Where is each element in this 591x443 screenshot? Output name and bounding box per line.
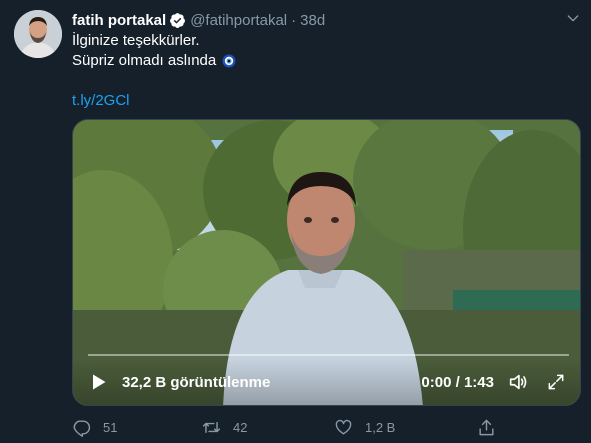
author-handle[interactable]: @fatihportakal [190, 12, 287, 29]
duration: 1:43 [463, 373, 494, 391]
tweet-link[interactable]: t.ly/2GCl [72, 91, 130, 111]
like-count: 1,2 B [365, 419, 396, 435]
tweet-actions: 51 42 1,2 B [72, 416, 532, 438]
tweet-timestamp[interactable]: 38d [300, 12, 325, 29]
tweet-header: fatih portakal @fatihportakal · 38d [72, 10, 325, 30]
reply-count: 51 [103, 419, 118, 435]
tweet[interactable]: fatih portakal @fatihportakal · 38d İlgi… [0, 0, 591, 443]
view-count: 32,2 B görüntülenme [122, 373, 271, 391]
share-button[interactable] [477, 416, 508, 438]
chevron-down-icon[interactable] [563, 8, 583, 28]
verified-badge-icon [169, 12, 186, 29]
video-controls: 32,2 B görüntülenme 0:00 / 1:43 [73, 359, 580, 405]
heart-icon [335, 419, 352, 435]
fullscreen-icon[interactable] [544, 370, 568, 394]
play-icon[interactable] [87, 371, 109, 393]
tweet-text-line-1: İlginize teşekkürler. [72, 32, 200, 49]
avatar[interactable] [14, 10, 62, 58]
like-button[interactable]: 1,2 B [334, 416, 395, 438]
retweet-count: 42 [233, 419, 248, 435]
tweet-text-line-2: Süpriz olmadı aslında [72, 52, 217, 69]
reply-icon [73, 419, 91, 437]
retweet-icon [202, 421, 221, 433]
volume-icon[interactable] [506, 370, 530, 394]
share-icon [479, 419, 494, 435]
retweet-button[interactable]: 42 [202, 416, 247, 438]
video-progress-bar[interactable] [88, 354, 569, 356]
reply-button[interactable]: 51 [72, 416, 117, 438]
separator-dot: · [291, 11, 297, 29]
tweet-text: İlginize teşekkürler. Süpriz olmadı aslı… [72, 31, 572, 111]
author-name[interactable]: fatih portakal [72, 12, 166, 29]
video-player[interactable]: 32,2 B görüntülenme 0:00 / 1:43 [72, 119, 581, 406]
video-timecode: 0:00 / 1:43 [421, 374, 494, 391]
time-separator: / [455, 373, 460, 391]
nazar-boncugu-icon [222, 54, 236, 68]
current-time: 0:00 [421, 373, 452, 391]
